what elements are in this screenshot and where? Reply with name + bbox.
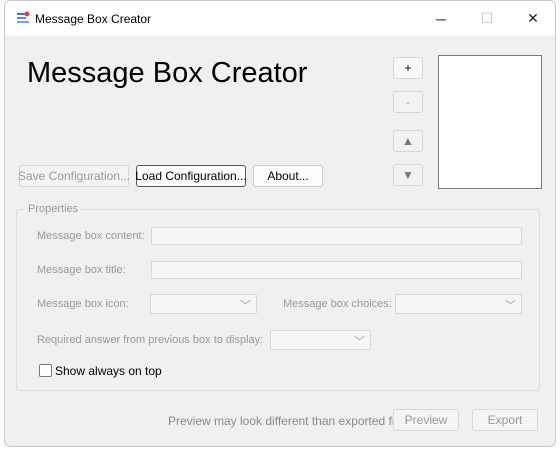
- save-configuration-button[interactable]: Save Configuration...: [18, 165, 130, 187]
- chevron-down-icon: ﹀: [354, 336, 365, 348]
- show-on-top-label[interactable]: Show always on top: [55, 364, 162, 378]
- export-button[interactable]: Export: [472, 409, 538, 431]
- content-field[interactable]: [151, 227, 522, 245]
- title-field[interactable]: [151, 261, 522, 279]
- window-title: Message Box Creator: [35, 12, 152, 26]
- chevron-down-icon: ﹀: [505, 300, 516, 312]
- remove-button[interactable]: -: [393, 91, 423, 113]
- content-label: Message box content:: [37, 230, 145, 242]
- main-window: Message Box Creator ─ ☐ ✕ Message Box Cr…: [4, 0, 556, 447]
- move-down-button[interactable]: ▼: [393, 164, 423, 186]
- required-answer-label: Required answer from previous box to dis…: [37, 334, 264, 346]
- arrow-up-icon: ▲: [402, 134, 414, 148]
- show-on-top-checkbox[interactable]: [39, 364, 52, 377]
- close-button[interactable]: ✕: [510, 1, 555, 36]
- close-icon: ✕: [527, 10, 539, 26]
- required-answer-select[interactable]: ﹀: [270, 330, 371, 350]
- maximize-button: ☐: [464, 1, 510, 36]
- preview-note: Preview may look different than exported…: [168, 414, 408, 428]
- plus-icon: +: [404, 61, 412, 75]
- arrow-down-icon: ▼: [402, 168, 414, 182]
- icon-select[interactable]: ﹀: [150, 294, 257, 314]
- minimize-icon: ─: [436, 10, 446, 27]
- properties-group-label: Properties: [25, 203, 82, 215]
- maximize-icon: ☐: [480, 10, 494, 26]
- choices-select[interactable]: ﹀: [395, 294, 522, 314]
- minus-icon: -: [406, 95, 410, 109]
- chevron-down-icon: ﹀: [240, 300, 251, 312]
- icon-label: Message box icon:: [37, 298, 129, 310]
- title-label: Message box title:: [37, 264, 126, 276]
- message-box-list[interactable]: [438, 55, 542, 189]
- about-button[interactable]: About...: [253, 165, 323, 187]
- move-up-button[interactable]: ▲: [393, 130, 423, 152]
- load-configuration-button[interactable]: Load Configuration...: [135, 165, 247, 187]
- add-button[interactable]: +: [393, 57, 423, 79]
- title-bar: Message Box Creator ─ ☐ ✕: [5, 1, 555, 36]
- preview-button[interactable]: Preview: [393, 409, 459, 431]
- minimize-button[interactable]: ─: [418, 1, 464, 36]
- app-icon: [15, 10, 31, 26]
- choices-label: Message box choices:: [283, 298, 392, 310]
- page-title: Message Box Creator: [27, 57, 308, 89]
